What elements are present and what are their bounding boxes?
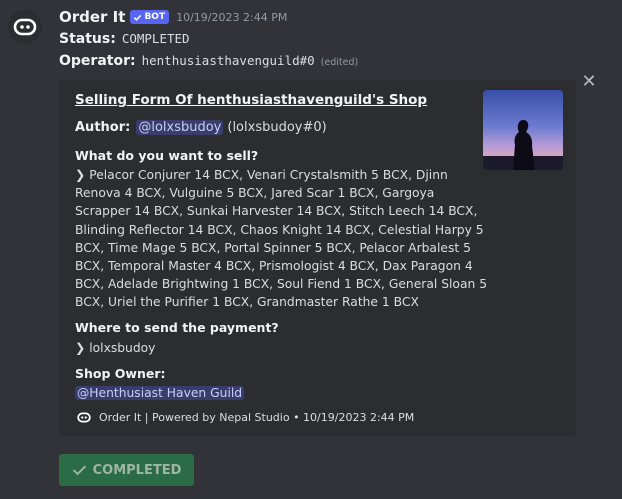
- close-icon[interactable]: ✕: [579, 72, 599, 92]
- thumbnail-image: [483, 90, 563, 170]
- field-payment-value: ❯ lolxsbudoy: [75, 341, 156, 355]
- footer-text: Order It | Powered by Nepal Studio • 10/…: [99, 411, 415, 424]
- field-sell-name: What do you want to sell?: [75, 148, 259, 163]
- sell-line: BCX, Temporal Master 4 BCX, Prismologist…: [75, 259, 473, 274]
- check-icon: [72, 465, 86, 476]
- embed-author: Author: @lolxsbudoy (lolxsbudoy#0): [75, 120, 327, 135]
- sell-line: BCX, Time Mage 5 BCX, Portal Spinner 5 B…: [75, 240, 471, 255]
- bot-badge-label: BOT: [144, 12, 166, 22]
- embed-title[interactable]: Selling Form Of henthusiasthavenguild's …: [75, 92, 427, 108]
- embed-thumbnail[interactable]: [483, 90, 563, 170]
- operator-label: Operator:: [59, 53, 136, 69]
- field-sell-value: ❯ Pelacor Conjurer 14 BCX, Venari Crysta…: [75, 166, 487, 312]
- author-label: Author:: [75, 120, 131, 135]
- status-line: Status: COMPLETED: [59, 31, 190, 47]
- robot-icon: [77, 412, 91, 423]
- sell-line: Scrapper 14 BCX, Sunkai Harvester 14 BCX…: [75, 204, 478, 219]
- robot-icon: [13, 18, 37, 36]
- operator-line: Operator: henthusiasthavenguild#0 (edite…: [59, 53, 358, 69]
- completed-button-label: COMPLETED: [92, 462, 182, 478]
- field-owner-value: @Henthusiast Haven Guild: [75, 384, 245, 402]
- sell-line: Renova 4 BCX, Vulguine 5 BCX, Jared Scar…: [75, 186, 435, 201]
- owner-mention[interactable]: @Henthusiast Haven Guild: [75, 386, 245, 400]
- embed-footer: Order It | Powered by Nepal Studio • 10/…: [77, 411, 414, 424]
- message-header: Order It BOT 10/19/2023 2:44 PM: [59, 6, 287, 28]
- message-container: Order It BOT 10/19/2023 2:44 PM Status: …: [0, 0, 622, 499]
- sell-line: BCX, Uriel the Purifier 1 BCX, Grandmast…: [75, 295, 419, 310]
- field-payment-name: Where to send the payment?: [75, 320, 279, 335]
- embed-card: Selling Form Of henthusiasthavenguild's …: [59, 80, 576, 436]
- checkmark-icon: [134, 14, 142, 21]
- author-mention[interactable]: @lolxsbudoy: [136, 120, 224, 135]
- bot-avatar[interactable]: [8, 10, 42, 44]
- sell-line: BCX, Adelade Brightwing 1 BCX, Soul Fien…: [75, 277, 488, 292]
- author-tag: (lolxsbudoy#0): [227, 120, 327, 135]
- status-label: Status:: [59, 31, 116, 47]
- message-timestamp[interactable]: 10/19/2023 2:44 PM: [176, 11, 287, 24]
- sell-line: ❯ Pelacor Conjurer 14 BCX, Venari Crysta…: [75, 168, 448, 182]
- author-name[interactable]: Order It: [59, 8, 125, 26]
- sell-line: Blinding Reflector 14 BCX, Chaos Knight …: [75, 222, 484, 237]
- edited-indicator: (edited): [320, 57, 359, 68]
- completed-button[interactable]: COMPLETED: [59, 454, 194, 486]
- bot-badge: BOT: [130, 10, 170, 24]
- status-value: COMPLETED: [121, 31, 190, 46]
- operator-value: henthusiasthavenguild#0: [141, 53, 315, 68]
- field-owner-name: Shop Owner:: [75, 366, 166, 381]
